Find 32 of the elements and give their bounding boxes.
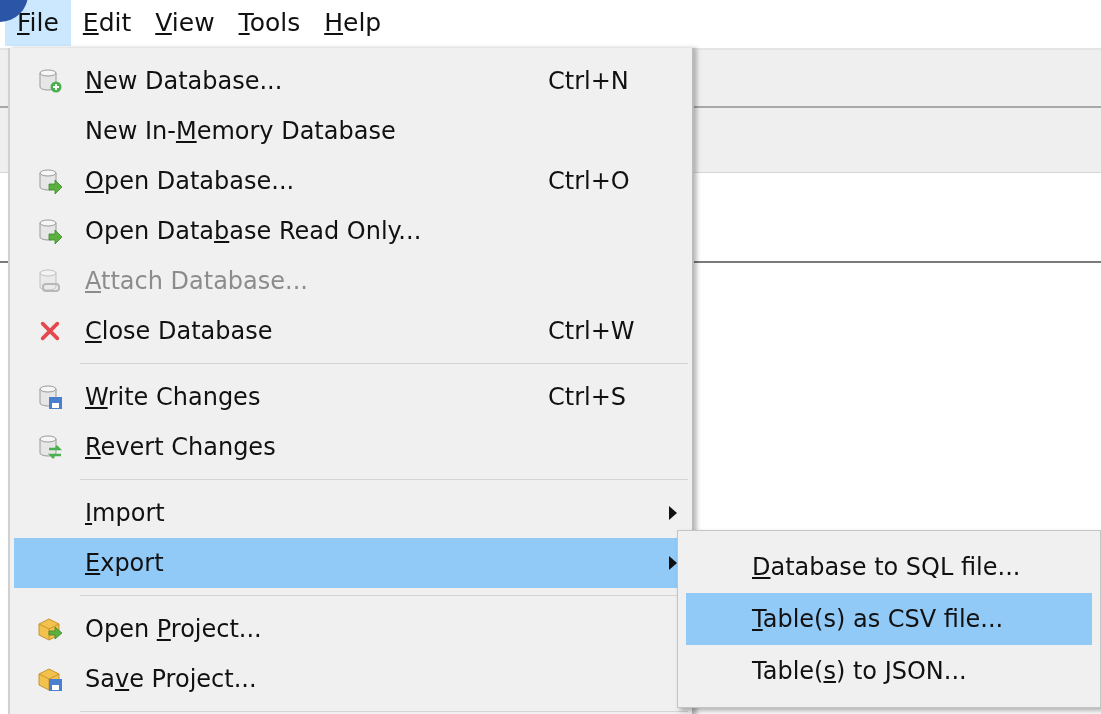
box-save-icon	[36, 666, 63, 692]
submenu-arrow-icon	[669, 506, 677, 520]
menu-item[interactable]: Open Database... Ctrl+O	[14, 156, 688, 206]
menu-item[interactable]: Import	[14, 488, 688, 538]
menu-item[interactable]: Database to SQL file...	[686, 541, 1092, 593]
database-save-icon	[36, 384, 63, 410]
database-add-icon	[36, 68, 63, 94]
shortcut-text: Ctrl+W	[548, 317, 635, 345]
menu-item[interactable]: New Database... Ctrl+N	[14, 56, 688, 106]
menu-item[interactable]: New In-Memory Database	[14, 106, 688, 156]
shortcut-text: Ctrl+N	[548, 67, 629, 95]
menu-item[interactable]: Close Database Ctrl+W	[14, 306, 688, 356]
menu-item[interactable]: Open Database Read Only...	[14, 206, 688, 256]
shortcut-text: Ctrl+S	[548, 383, 627, 411]
database-arrow-icon	[36, 168, 63, 194]
menu-bar-item[interactable]: Help	[312, 0, 394, 46]
menu-item[interactable]: Save Project...	[14, 654, 688, 704]
database-arrow-icon	[36, 218, 63, 244]
menu-bar-item[interactable]: Edit	[70, 0, 144, 46]
database-link-icon	[36, 268, 63, 294]
menu-bar-item[interactable]: Tools	[226, 0, 313, 46]
menu-item[interactable]: Revert Changes	[14, 422, 688, 472]
menu-item[interactable]: Table(s) to JSON...	[686, 645, 1092, 697]
box-arrow-icon	[36, 616, 63, 642]
submenu-arrow-icon	[669, 556, 677, 570]
menu-bar-item[interactable]: View	[143, 0, 227, 46]
shortcut-text: Ctrl+O	[548, 167, 630, 195]
menu-item[interactable]: Write Changes Ctrl+S	[14, 372, 688, 422]
menu-item[interactable]: Open Project...	[14, 604, 688, 654]
database-refresh-icon	[36, 434, 63, 460]
close-icon	[38, 320, 61, 342]
menu-item[interactable]: Table(s) as CSV file...	[686, 593, 1092, 645]
